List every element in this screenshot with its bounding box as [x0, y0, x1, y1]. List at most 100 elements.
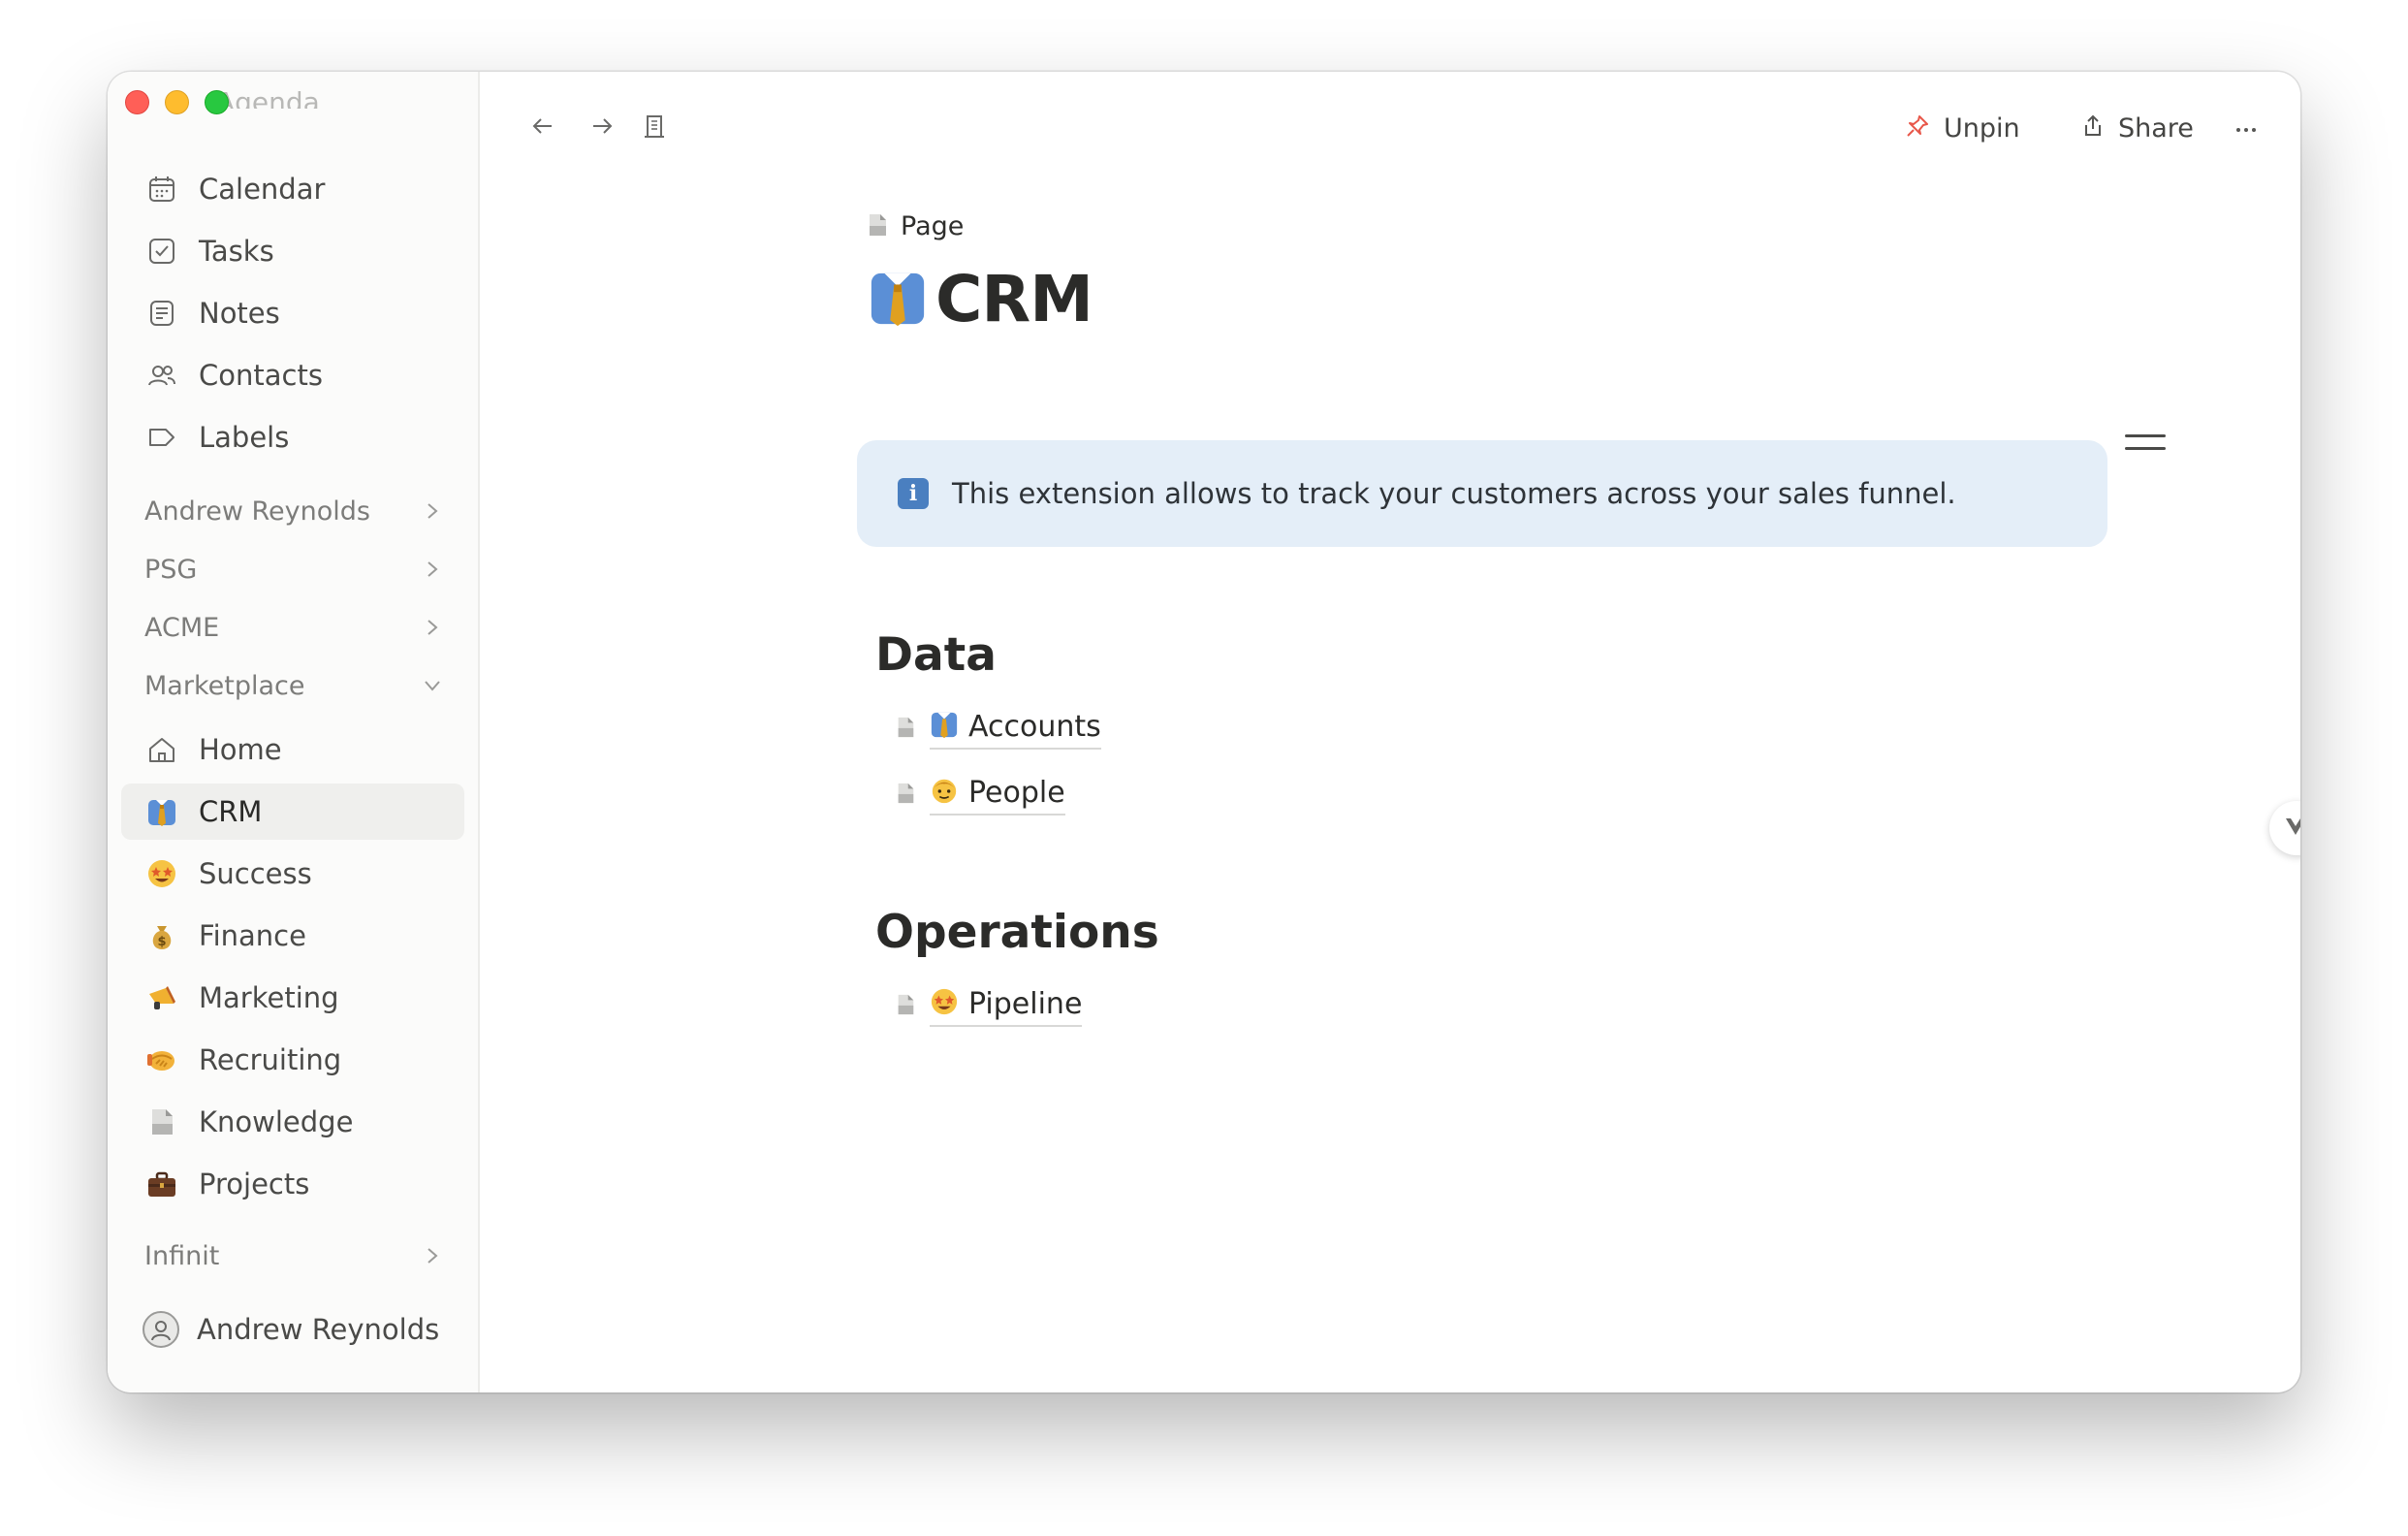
home-icon [144, 732, 179, 767]
share-button[interactable]: Share [2081, 105, 2194, 151]
link-label: People [968, 775, 1065, 810]
chevron-right-icon [422, 500, 443, 522]
sidebar-item-label: Success [199, 857, 312, 890]
sidebar-group-andrew-reynolds[interactable]: Andrew Reynolds [121, 487, 464, 535]
star-struck-emoji-icon [930, 987, 959, 1020]
sidebar-group-infinit[interactable]: Infinit [121, 1232, 464, 1280]
sidebar-item-label: Recruiting [199, 1043, 342, 1076]
sidebar-item-home[interactable]: Home [121, 721, 464, 778]
sidebar-group-psg[interactable]: PSG [121, 545, 464, 593]
drag-handle-icon[interactable] [2125, 434, 2166, 460]
close-window-button[interactable] [125, 90, 149, 114]
page-link-pipeline[interactable]: Pipeline [895, 979, 1083, 1034]
unpin-button[interactable]: Unpin [1905, 105, 2020, 151]
necktie-emoji-icon [868, 268, 928, 332]
star-struck-emoji-icon [144, 856, 179, 891]
page-title[interactable]: CRM [868, 262, 1093, 336]
sidebar-item-label: Calendar [199, 173, 326, 206]
share-label: Share [2118, 112, 2194, 144]
sidebar-item-label: Tasks [199, 235, 274, 268]
sidebar-item-marketing[interactable]: Marketing [121, 970, 464, 1026]
check-square-icon [144, 234, 179, 269]
money-bag-emoji-icon: $ [144, 918, 179, 953]
sidebar-item-label: Marketing [199, 981, 339, 1014]
contacts-icon [144, 358, 179, 393]
info-callout[interactable]: i This extension allows to track your cu… [857, 440, 2107, 547]
chevron-right-icon [422, 1245, 443, 1266]
sidebar-item-success[interactable]: Success [121, 846, 464, 902]
chevron-down-icon [422, 675, 443, 696]
arrow-right-icon [589, 113, 615, 143]
page-link-people[interactable]: People [895, 768, 1065, 822]
calendar-icon [144, 172, 179, 207]
sidebar-item-tasks[interactable]: Tasks [121, 223, 464, 279]
avatar [143, 1311, 179, 1348]
sidebar-item-recruiting[interactable]: Recruiting [121, 1032, 464, 1088]
sidebar-item-projects[interactable]: Projects [121, 1156, 464, 1212]
sidebar-group-marketplace[interactable]: Marketplace [121, 661, 464, 710]
sidebar-item-calendar[interactable]: Calendar [121, 161, 464, 217]
sidebar-item-finance[interactable]: $ Finance [121, 908, 464, 964]
breadcrumb-label: Page [901, 211, 965, 241]
document-icon [144, 1104, 179, 1139]
maximize-window-button[interactable] [205, 90, 229, 114]
section-heading-operations: Operations [875, 906, 1159, 959]
sidebar-item-agenda[interactable]: Agenda [216, 72, 320, 109]
sidebar-item-label: Finance [199, 919, 306, 952]
necktie-emoji-icon [144, 794, 179, 829]
forward-button[interactable] [583, 109, 621, 147]
sidebar-item-label: Labels [199, 421, 290, 454]
svg-text:$: $ [157, 935, 166, 949]
sidebar-item-contacts[interactable]: Contacts [121, 347, 464, 403]
sidebar-item-label: Notes [199, 297, 280, 330]
callout-text: This extension allows to track your cust… [952, 477, 1956, 510]
more-options-button[interactable] [2227, 109, 2265, 147]
window-controls [125, 90, 229, 114]
workspace-button[interactable] [635, 109, 674, 147]
chevron-right-icon [422, 617, 443, 638]
side-panel-toggle-button[interactable] [2269, 801, 2300, 855]
sidebar-group-acme[interactable]: ACME [121, 603, 464, 652]
minimize-window-button[interactable] [165, 90, 189, 114]
sidebar-item-labels[interactable]: Labels [121, 409, 464, 465]
toolbar: Unpin Share [480, 101, 2300, 155]
link-label: Pipeline [968, 986, 1083, 1021]
note-icon [144, 296, 179, 331]
sidebar-item-label: Contacts [199, 359, 323, 392]
page-title-text: CRM [935, 262, 1093, 336]
megaphone-emoji-icon [144, 980, 179, 1015]
necktie-emoji-icon [930, 710, 959, 743]
handshake-emoji-icon [144, 1042, 179, 1077]
arrow-left-icon [530, 113, 555, 143]
info-icon: i [898, 478, 929, 509]
briefcase-emoji-icon [144, 1167, 179, 1201]
document-icon [895, 716, 916, 743]
sidebar-item-label: Projects [199, 1168, 310, 1200]
sidebar-item-knowledge[interactable]: Knowledge [121, 1094, 464, 1150]
breadcrumb[interactable]: Page [866, 211, 964, 241]
group-label: Andrew Reynolds [144, 496, 370, 527]
document-icon [895, 782, 916, 809]
sidebar: Agenda Calendar Tasks Notes Contacts Lab… [108, 72, 480, 1392]
ellipsis-icon [2234, 119, 2259, 138]
user-name: Andrew Reynolds [197, 1313, 440, 1346]
sidebar-item-label: Knowledge [199, 1105, 354, 1138]
section-heading-data: Data [875, 628, 997, 682]
share-icon [2081, 113, 2105, 143]
document-icon [866, 212, 889, 241]
pin-icon [1905, 113, 1930, 143]
sidebar-item-crm[interactable]: CRM [121, 784, 464, 840]
user-account-button[interactable]: Andrew Reynolds [143, 1311, 439, 1348]
sidebar-item-label: Agenda [216, 86, 320, 109]
person-emoji-icon [930, 776, 959, 809]
building-icon [642, 113, 667, 143]
sidebar-item-notes[interactable]: Notes [121, 285, 464, 341]
group-label: PSG [144, 554, 198, 585]
label-tag-icon [144, 420, 179, 455]
group-label: Marketplace [144, 670, 305, 701]
sidebar-item-label: CRM [199, 795, 263, 828]
page-link-accounts[interactable]: Accounts [895, 702, 1101, 756]
link-label: Accounts [968, 709, 1101, 744]
back-button[interactable] [523, 109, 562, 147]
app-window: Agenda Calendar Tasks Notes Contacts Lab… [108, 72, 2300, 1392]
